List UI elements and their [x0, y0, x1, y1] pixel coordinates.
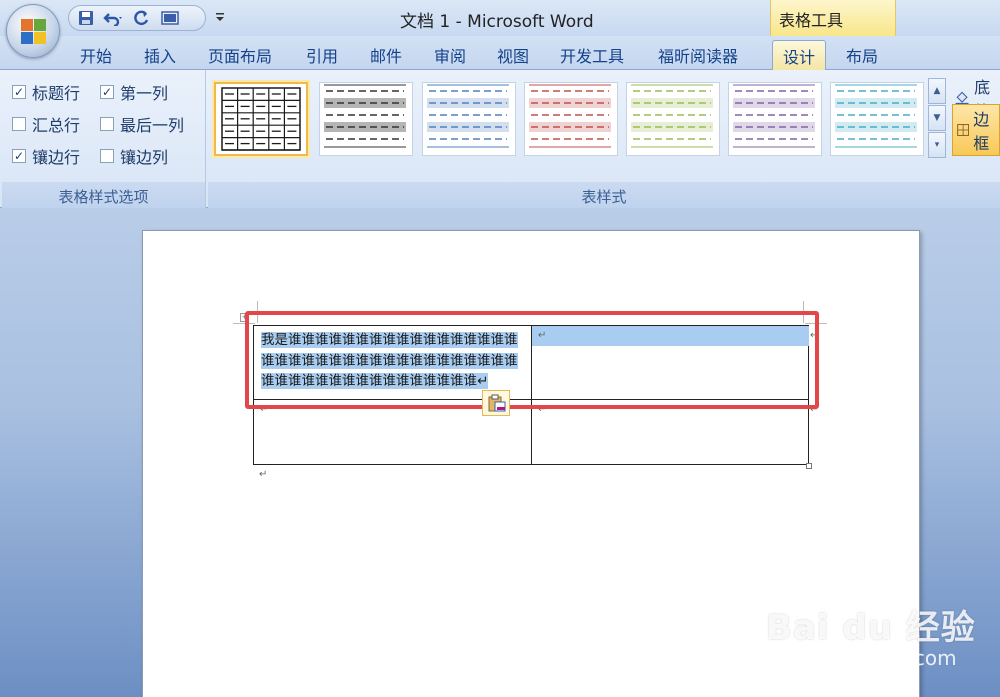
undo-icon	[103, 13, 122, 26]
table-styles-group: ▲ ▼ ▾ 底纹 边框 表样式	[208, 70, 1000, 208]
tab-layout[interactable]: 布局	[846, 40, 878, 70]
paste-clipboard-icon	[488, 394, 506, 412]
tab-insert[interactable]: 插入	[144, 40, 176, 70]
total-row-checkbox[interactable]	[12, 117, 26, 131]
gallery-scroll: ▲ ▼ ▾	[928, 78, 946, 158]
watermark-brand: Bai du 经验	[766, 608, 976, 648]
table-styles-label: 表样式	[208, 182, 1000, 208]
last-column-checkbox[interactable]	[100, 117, 114, 131]
header-row-option[interactable]: ✓ 标题行	[12, 80, 80, 104]
banded-columns-option[interactable]: 镶边列	[100, 144, 168, 168]
title-bar: 文档 1 - Microsoft Word 表格工具	[0, 0, 1000, 36]
table-style-swatch[interactable]	[422, 82, 516, 156]
highlight-annotation-box	[245, 311, 819, 409]
tab-view[interactable]: 视图	[497, 40, 529, 70]
office-button[interactable]	[6, 4, 60, 58]
borders-button[interactable]: 边框	[952, 104, 1000, 156]
banded-rows-label: 镶边行	[32, 148, 81, 167]
undo-button[interactable]	[103, 8, 125, 28]
save-button[interactable]	[75, 8, 97, 28]
tab-review[interactable]: 审阅	[434, 40, 466, 70]
redo-button[interactable]	[131, 8, 153, 28]
banded-rows-checkbox[interactable]: ✓	[12, 149, 26, 163]
header-row-label: 标题行	[32, 84, 81, 103]
tab-foxit-reader[interactable]: 福昕阅读器	[658, 40, 738, 70]
watermark-url: jingyan.baidu.com	[772, 646, 957, 670]
baidu-watermark: Bai du 经验 jingyan.baidu.com	[766, 590, 996, 680]
table-style-options-label: 表格样式选项	[2, 182, 205, 208]
banded-columns-checkbox[interactable]	[100, 149, 114, 163]
table-style-swatch[interactable]	[214, 82, 308, 156]
window-title: 文档 1 - Microsoft Word	[400, 12, 594, 32]
save-icon	[79, 11, 93, 25]
last-column-label: 最后一列	[120, 116, 185, 135]
redo-icon	[134, 10, 149, 26]
office-logo-icon	[21, 19, 47, 45]
print-preview-button[interactable]	[159, 8, 181, 28]
table-resize-handle[interactable]	[806, 463, 812, 469]
borders-grid-icon	[957, 124, 970, 136]
first-column-label: 第一列	[120, 84, 169, 103]
ribbon-panel: ✓ 标题行 ✓ 第一列 汇总行 最后一列 ✓ 镶边行 镶边列 表格样式选项 ▲	[0, 70, 1000, 208]
table-style-swatch[interactable]	[319, 82, 413, 156]
quick-access-toolbar	[68, 5, 206, 31]
table-style-swatch[interactable]	[830, 82, 924, 156]
gallery-scroll-up-button[interactable]: ▲	[928, 78, 946, 104]
paste-options-button[interactable]	[482, 390, 510, 416]
table-style-swatch[interactable]	[626, 82, 720, 156]
banded-columns-label: 镶边列	[120, 148, 169, 167]
tab-developer[interactable]: 开发工具	[560, 40, 624, 70]
total-row-option[interactable]: 汇总行	[12, 112, 80, 136]
tab-page-layout[interactable]: 页面布局	[208, 40, 272, 70]
total-row-label: 汇总行	[32, 116, 81, 135]
gallery-scroll-down-button[interactable]: ▼	[928, 105, 946, 131]
banded-rows-option[interactable]: ✓ 镶边行	[12, 144, 80, 168]
table-style-swatch[interactable]	[524, 82, 618, 156]
table-style-options-group: ✓ 标题行 ✓ 第一列 汇总行 最后一列 ✓ 镶边行 镶边列 表格样式选项	[2, 70, 206, 208]
borders-label: 边框	[973, 110, 990, 153]
first-column-option[interactable]: ✓ 第一列	[100, 80, 168, 104]
last-column-option[interactable]: 最后一列	[100, 112, 184, 136]
tab-design[interactable]: 设计	[772, 40, 827, 70]
print-preview-icon	[161, 11, 179, 25]
ribbon-tab-bar: 开始 插入 页面布局 引用 邮件 审阅 视图 开发工具 福昕阅读器 设计 布局	[0, 36, 1000, 70]
table-style-swatch[interactable]	[728, 82, 822, 156]
paragraph-mark: ↵	[259, 469, 268, 480]
gallery-more-button[interactable]: ▾	[928, 132, 946, 158]
tab-references[interactable]: 引用	[306, 40, 338, 70]
tab-home[interactable]: 开始	[80, 40, 112, 70]
table-tools-label: 表格工具	[779, 11, 844, 30]
first-column-checkbox[interactable]: ✓	[100, 85, 114, 99]
table-tools-header: 表格工具	[770, 0, 896, 36]
customize-toolbar-icon[interactable]	[214, 10, 226, 24]
header-row-checkbox[interactable]: ✓	[12, 85, 26, 99]
tab-mailings[interactable]: 邮件	[370, 40, 402, 70]
